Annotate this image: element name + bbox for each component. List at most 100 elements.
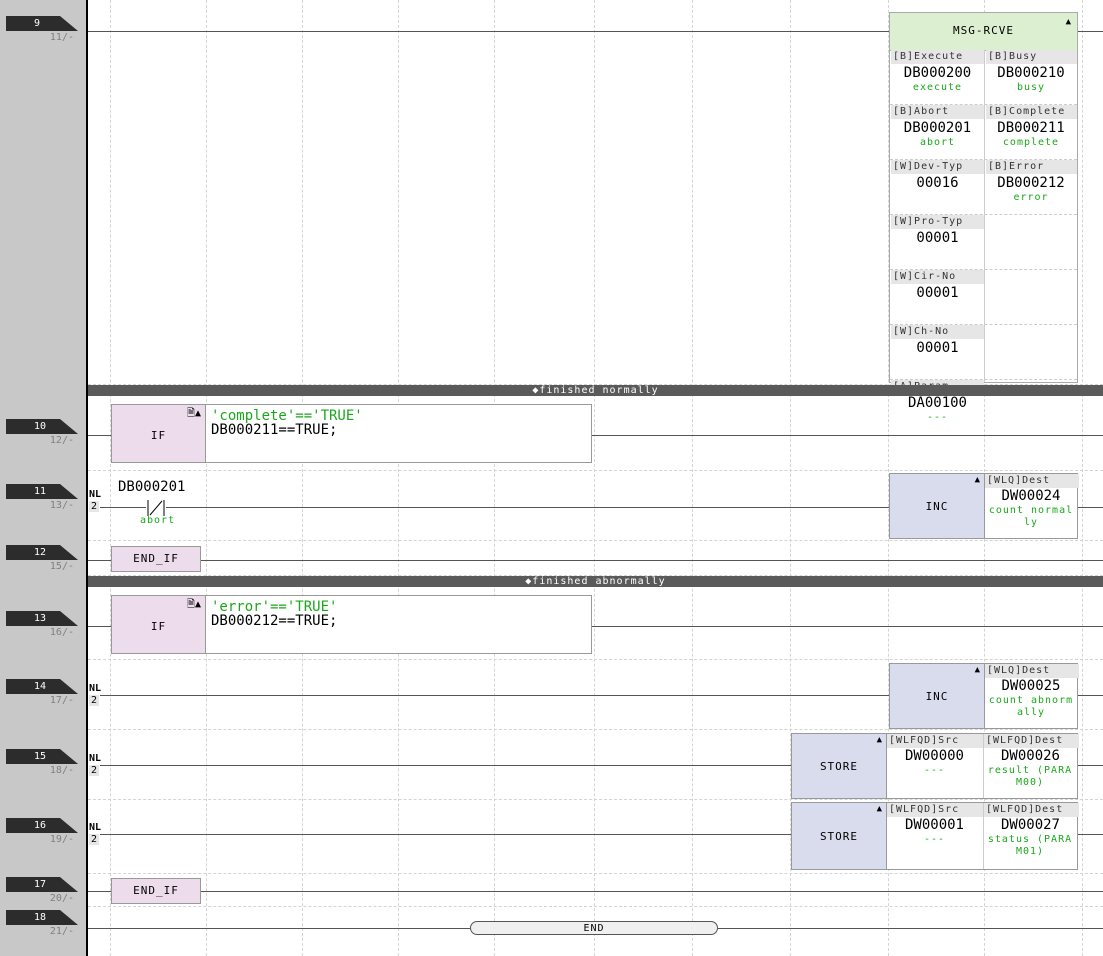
collapse-arrow-icon[interactable]: ▲ xyxy=(975,475,980,485)
store-block-2[interactable]: STORE ▲ [WLFQD]Src DW00001 --- [WLFQD]De… xyxy=(791,802,1079,870)
rung-wire xyxy=(100,765,792,766)
nest-level-number: 2 xyxy=(89,765,99,776)
pin-label: [WLFQD]Src xyxy=(887,803,984,817)
inc-keyword-cell: INC ▲ xyxy=(890,664,985,728)
rung-16[interactable]: 16 19/- NL 2 STORE ▲ [WLFQD]Src DW00001 … xyxy=(0,800,1103,874)
nest-level-label: NL xyxy=(89,489,102,500)
rung-step-label: 15/- xyxy=(49,561,74,572)
collapse-arrow-icon[interactable]: ▲ xyxy=(877,735,882,745)
pin-address[interactable]: DW00027 xyxy=(984,817,1077,833)
contact-address: DB000201 xyxy=(118,479,186,495)
contact-comment: abort xyxy=(140,515,176,526)
pin-address[interactable]: DW00001 xyxy=(887,817,982,833)
nest-level-label: NL xyxy=(89,753,102,764)
note-and-collapse-icon[interactable]: 🗎▲ xyxy=(187,406,201,423)
nest-level-label: NL xyxy=(89,822,102,833)
rung-14[interactable]: 14 17/- NL 2 INC ▲ [WLQ]Dest DW00025 cou… xyxy=(0,660,1103,730)
msg-rcve-header[interactable]: MSG-RCVE ▲ xyxy=(890,13,1077,51)
pin-label: [B]Busy xyxy=(986,50,1077,64)
pin-address[interactable]: 00001 xyxy=(891,340,984,356)
note-and-collapse-icon[interactable]: 🗎▲ xyxy=(187,597,201,614)
if-condition-expression: DB000211==TRUE; xyxy=(211,422,338,438)
collapse-arrow-icon[interactable]: ▲ xyxy=(877,804,882,814)
pin-address[interactable]: DB000211 xyxy=(985,120,1077,136)
rung-step-label: 12/- xyxy=(49,435,74,446)
rung-wire xyxy=(100,834,792,835)
inc-block-1[interactable]: INC ▲ [WLQ]Dest DW00024 count normally xyxy=(889,473,1079,539)
msg-rcve-title: MSG-RCVE xyxy=(953,24,1014,37)
rung-wire xyxy=(1077,507,1103,508)
pin-comment: abort xyxy=(919,137,956,148)
pin-label: [WLFQD]Src xyxy=(887,734,984,748)
rung-17[interactable]: 17 20/- END_IF xyxy=(0,874,1103,907)
if-keyword: IF xyxy=(150,429,167,442)
pin-address[interactable]: DW00000 xyxy=(887,748,982,764)
rung-step-label: 16/- xyxy=(49,627,74,638)
rung-number-label: 13 xyxy=(6,611,78,626)
pin-label: [B]Error xyxy=(986,160,1077,174)
section-comment-finished-abnormally[interactable]: ◆finished abnormally xyxy=(88,576,1103,587)
nest-level-label: NL xyxy=(89,683,102,694)
inc-keyword: INC xyxy=(925,500,949,513)
pin-label: [W]Cir-No xyxy=(891,270,984,284)
nest-level-number: 2 xyxy=(89,834,99,845)
rung-10[interactable]: 10 12/- IF 🗎▲ 'complete'=='TRUE' DB00021… xyxy=(0,396,1103,471)
if-keyword: IF xyxy=(150,620,167,633)
collapse-arrow-icon[interactable]: ▲ xyxy=(975,665,980,675)
store-keyword: STORE xyxy=(819,760,859,773)
end-if-block[interactable]: END_IF xyxy=(111,878,201,904)
rung-18[interactable]: 18 21/- END xyxy=(0,907,1103,956)
rung-9[interactable]: 9 11/- MSG-RCVE ▲ [B]Execute DB000200 exec… xyxy=(0,0,1103,423)
rung-wire xyxy=(591,435,1103,436)
rung-wire xyxy=(166,507,890,508)
rung-wire xyxy=(88,626,111,627)
pin-comment: complete xyxy=(1002,137,1060,148)
rung-step-label: 17/- xyxy=(49,695,74,706)
msg-rcve-block[interactable]: MSG-RCVE ▲ [B]Execute DB000200 execute [B]B… xyxy=(889,12,1078,423)
nest-level-number: 2 xyxy=(89,501,99,512)
rung-wire xyxy=(201,560,1103,561)
store-block-1[interactable]: STORE ▲ [WLFQD]Src DW00000 --- [WLFQD]De… xyxy=(791,733,1079,799)
rung-13[interactable]: 13 16/- IF 🗎▲ 'error'=='TRUE' DB000212==… xyxy=(0,587,1103,660)
rung-wire xyxy=(1077,695,1103,696)
if-keyword-cell: IF 🗎▲ xyxy=(112,405,206,462)
pin-label: [W]Ch-No xyxy=(891,325,984,339)
end-if-block[interactable]: END_IF xyxy=(111,546,201,572)
pin-address[interactable]: 00001 xyxy=(891,285,984,301)
pin-comment: busy xyxy=(1016,82,1046,93)
rung-12[interactable]: 12 15/- END_IF xyxy=(0,541,1103,576)
pin-address[interactable]: DB000212 xyxy=(985,175,1077,191)
rung-number-label: 10 xyxy=(6,419,78,434)
if-block[interactable]: IF 🗎▲ 'complete'=='TRUE' DB000211==TRUE; xyxy=(111,404,592,463)
rung-number-label: 15 xyxy=(6,749,78,764)
if-condition-expression: DB000212==TRUE; xyxy=(211,613,338,629)
pin-address[interactable]: 00001 xyxy=(891,230,984,246)
rung-wire xyxy=(100,507,146,508)
pin-address[interactable]: 00016 xyxy=(891,175,984,191)
rung-wire xyxy=(201,891,1103,892)
rung-number-label: 17 xyxy=(6,877,78,892)
pin-address[interactable]: DW00026 xyxy=(984,748,1077,764)
end-instruction[interactable]: END xyxy=(470,921,718,935)
collapse-arrow-icon[interactable]: ▲ xyxy=(1066,17,1071,27)
rung-wire xyxy=(591,626,1103,627)
pin-address[interactable]: DB000201 xyxy=(891,120,984,136)
pin-label: [W]Pro-Typ xyxy=(891,215,984,229)
pin-label: [WLQ]Dest xyxy=(985,664,1079,678)
pin-address[interactable]: DW00024 xyxy=(985,488,1077,504)
pin-comment: count normally xyxy=(988,505,1074,528)
pin-address[interactable]: DW00025 xyxy=(985,678,1077,694)
pin-address[interactable]: DB000200 xyxy=(891,65,984,81)
pin-address[interactable]: DB000210 xyxy=(985,65,1077,81)
section-comment-finished-normally[interactable]: ◆finished normally xyxy=(88,385,1103,396)
rung-11[interactable]: 11 13/- NL 2 DB000201 abort INC ▲ [WLQ]D… xyxy=(0,471,1103,541)
if-block[interactable]: IF 🗎▲ 'error'=='TRUE' DB000212==TRUE; xyxy=(111,595,592,654)
inc-block-2[interactable]: INC ▲ [WLQ]Dest DW00025 count abnormally xyxy=(889,663,1079,729)
rung-wire xyxy=(718,928,1103,929)
rung-number-label: 9 xyxy=(6,16,78,31)
pin-label: [WLFQD]Dest xyxy=(984,803,1079,817)
pin-comment: count abnormally xyxy=(988,695,1074,718)
rung-15[interactable]: 15 18/- NL 2 STORE ▲ [WLFQD]Src DW00000 … xyxy=(0,730,1103,800)
rung-step-label: 13/- xyxy=(49,500,74,511)
pin-comment: result (PARAM00) xyxy=(987,765,1073,788)
